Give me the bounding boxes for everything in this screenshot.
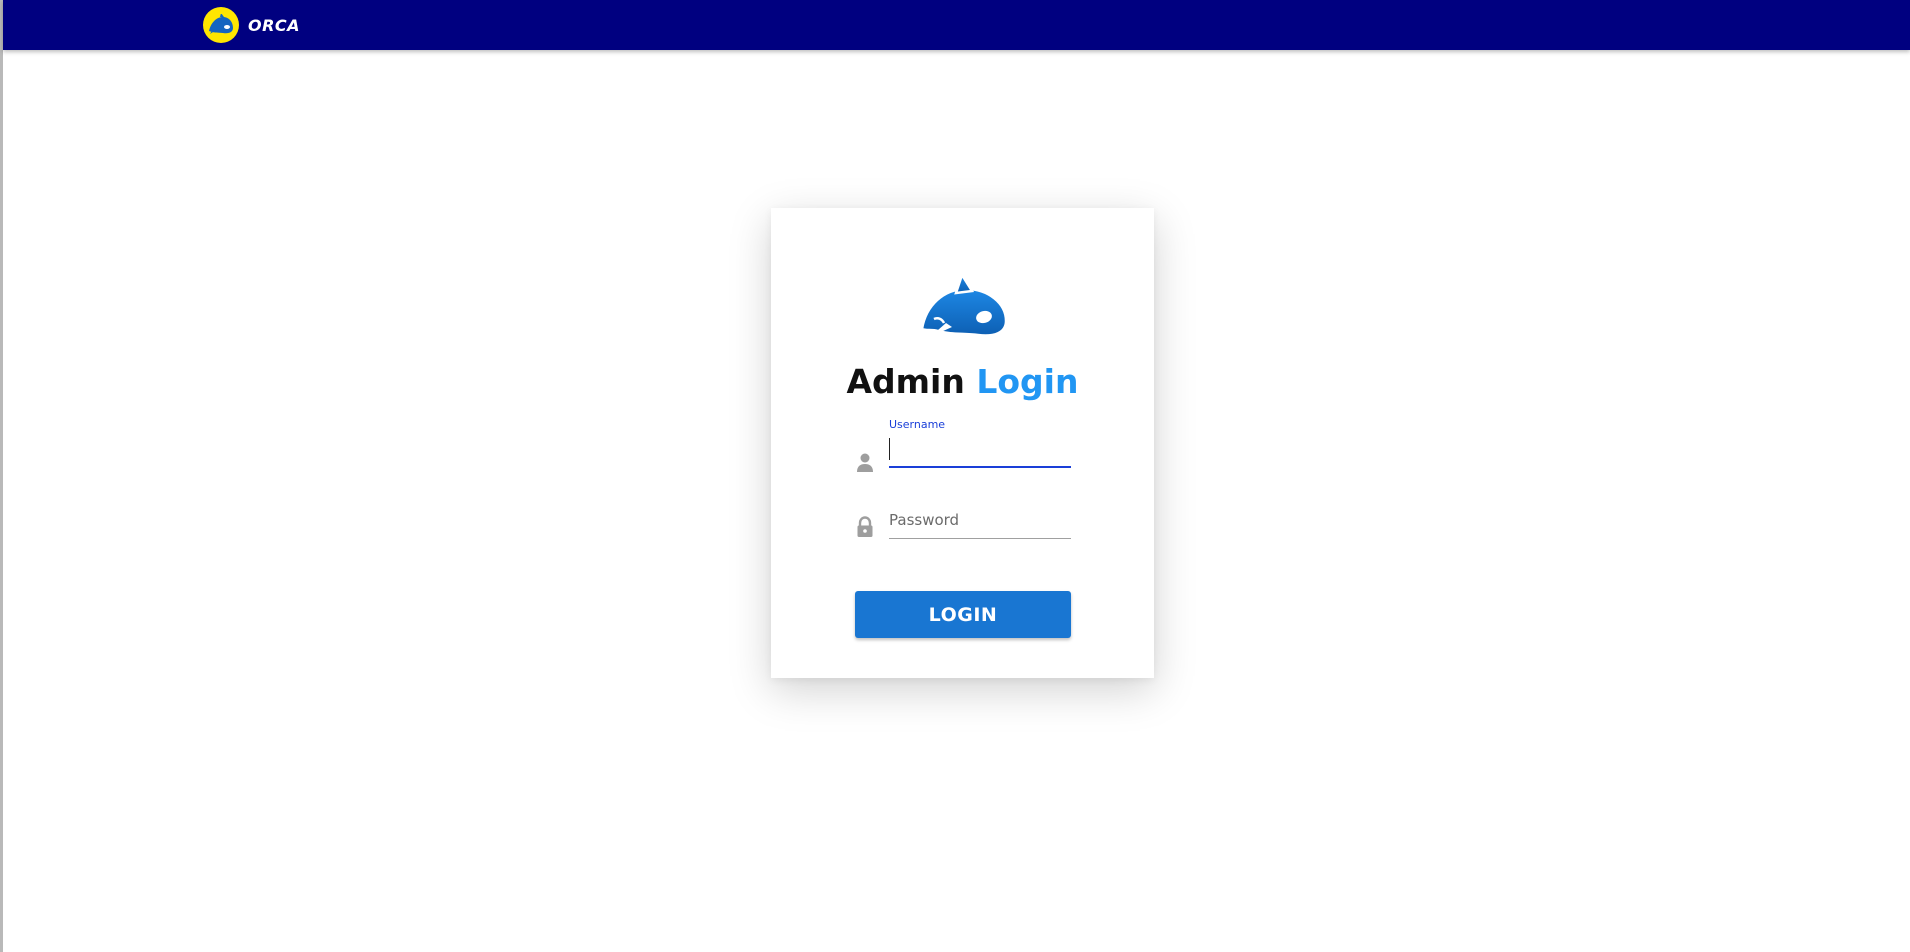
text-caret — [889, 438, 890, 460]
username-underline — [889, 466, 1071, 468]
title-accent: Login — [976, 362, 1079, 401]
username-label: Username — [889, 418, 946, 431]
orca-whale-icon — [916, 271, 1012, 341]
password-field — [855, 498, 1071, 548]
brand-name: ORCA — [248, 15, 301, 35]
page-title: Admin Login — [771, 362, 1154, 402]
title-primary: Admin — [846, 362, 965, 401]
brand[interactable]: ORCA — [203, 7, 300, 43]
top-navbar: ORCA — [3, 0, 1910, 50]
login-button[interactable]: LOGIN — [855, 591, 1071, 638]
password-underline — [889, 538, 1071, 539]
username-field: Username — [855, 418, 1071, 478]
lock-icon — [855, 516, 875, 538]
orca-whale-icon — [203, 7, 239, 43]
login-card: Admin Login Username LOGIN — [771, 208, 1154, 678]
window-edge — [0, 0, 3, 952]
user-icon — [855, 452, 875, 474]
username-input[interactable] — [889, 438, 1071, 468]
password-input[interactable] — [889, 508, 1071, 538]
